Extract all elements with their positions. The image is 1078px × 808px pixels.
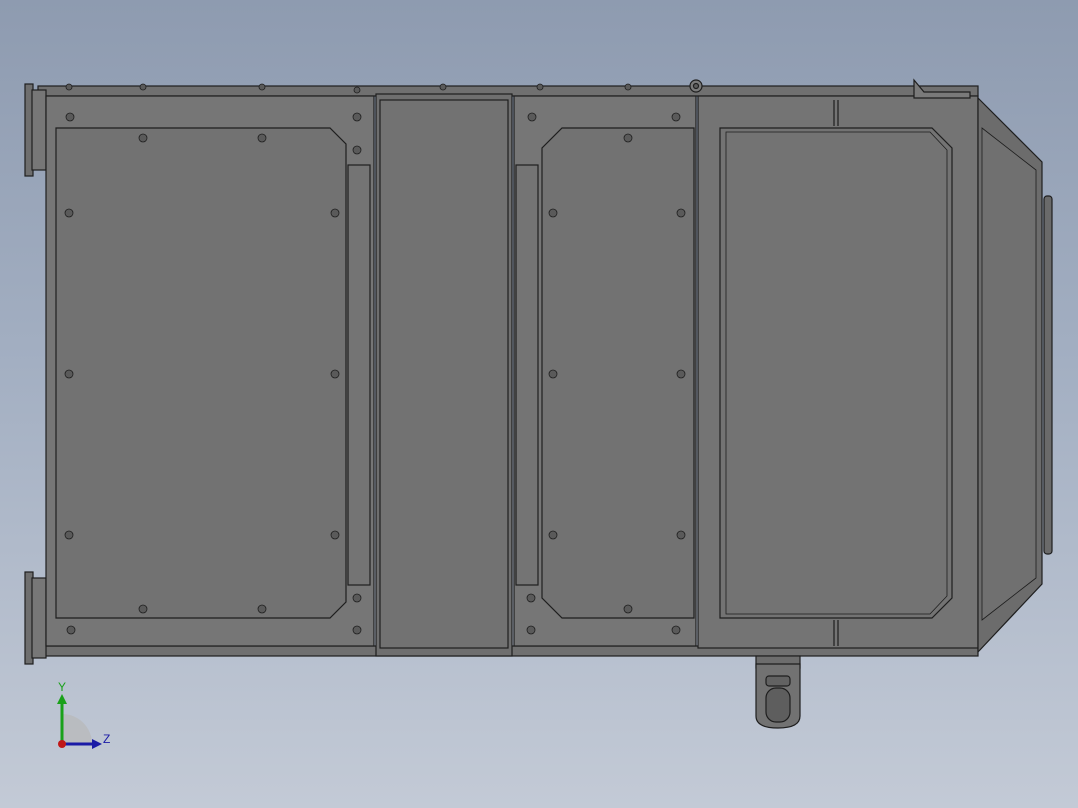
enclosure-assembly[interactable]	[24, 78, 1053, 729]
left-flange-top-plate	[31, 89, 47, 171]
section-2-side-strip	[515, 164, 539, 586]
orientation-triad: Y Z	[57, 680, 110, 749]
bottom-handle-grip	[765, 687, 791, 723]
bottom-handle-grip-top	[765, 675, 791, 687]
hinge-top-pin	[692, 82, 700, 90]
z-axis-label: Z	[103, 732, 110, 746]
section-1-panel[interactable]	[55, 127, 347, 619]
x-axis-dot-icon	[58, 740, 66, 748]
cad-model-viewport[interactable]	[0, 0, 1078, 808]
z-axis-arrow-icon	[92, 739, 102, 749]
section-2-panel[interactable]	[541, 127, 695, 619]
triad-arc	[62, 714, 92, 744]
y-axis-label: Y	[58, 680, 66, 694]
right-end-plate	[1043, 195, 1053, 555]
right-end-cap-inner	[981, 127, 1037, 621]
left-flange-bottom-plate	[31, 577, 47, 659]
section-1-side-strip	[347, 164, 371, 586]
housing-door-panel[interactable]	[719, 127, 953, 619]
y-axis-arrow-icon	[57, 694, 67, 704]
center-column-inner	[379, 99, 509, 649]
